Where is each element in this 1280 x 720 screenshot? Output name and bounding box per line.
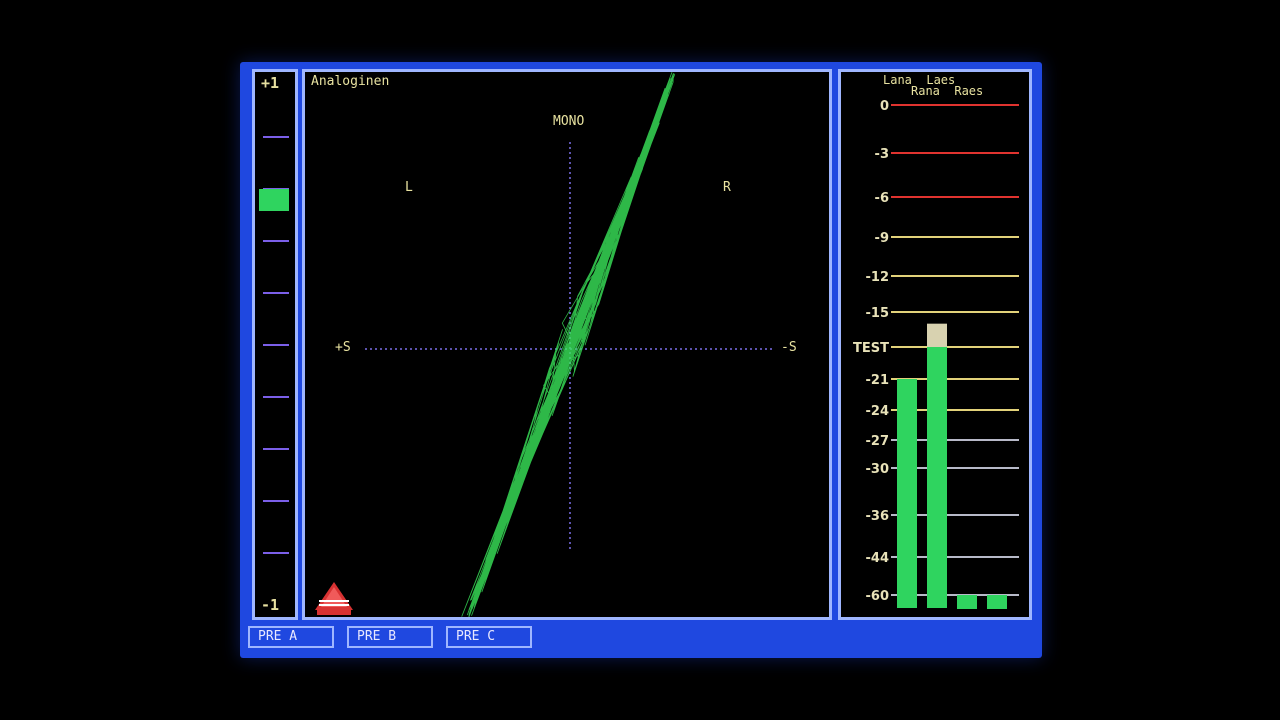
correlation-bottom-label: -1 xyxy=(261,596,280,614)
plus-s-label: +S xyxy=(335,340,351,355)
stereo-scope: Analoginen MONO L R +S -S xyxy=(302,69,832,620)
correlation-tick xyxy=(263,448,289,450)
correlation-top-label: +1 xyxy=(261,74,280,92)
correlation-tick xyxy=(263,396,289,398)
right-label: R xyxy=(723,180,731,195)
signal-trace-path xyxy=(461,72,676,617)
meter-scale-label: -24 xyxy=(866,404,890,419)
meter-scale-label: -27 xyxy=(866,434,890,449)
meter-scale-label: 0 xyxy=(880,99,889,114)
meter-scale-label: -3 xyxy=(875,147,889,162)
correlation-meter: +1 -1 xyxy=(252,69,298,620)
meter-peak-hold xyxy=(897,379,917,410)
meter-level-bar xyxy=(897,410,917,608)
signal-trace xyxy=(461,72,676,617)
preset-b-button[interactable]: PRE B xyxy=(347,626,433,648)
meter-canvas: 0 -3 -6 -9 -12 -15 TEST -21 -24 -27 -30 -36 -44 -60 xyxy=(853,99,1019,609)
mono-label: MONO xyxy=(553,114,585,129)
minus-s-label: -S xyxy=(781,340,797,355)
meter-scale-label: -12 xyxy=(866,270,890,285)
meter-peak-hold xyxy=(927,323,947,347)
meter-scale-label: -6 xyxy=(875,191,889,206)
source-title: Analoginen xyxy=(311,74,390,89)
brand-logo-icon xyxy=(315,582,353,615)
meter-scale-label: -9 xyxy=(875,231,889,246)
correlation-tick xyxy=(263,344,289,346)
meter-scale-label: -15 xyxy=(866,306,890,321)
meter-peak-hold xyxy=(987,606,1007,609)
meter-scale-label: -36 xyxy=(866,509,890,524)
correlation-tick xyxy=(263,136,289,138)
preset-c-button[interactable]: PRE C xyxy=(446,626,532,648)
meter-scale-label: TEST xyxy=(853,341,889,356)
correlation-tick xyxy=(263,552,289,554)
meter-scale-label: -60 xyxy=(866,589,890,604)
correlation-tick xyxy=(263,240,289,242)
meter-scale-label: -44 xyxy=(866,551,890,566)
meter-scale-label: -21 xyxy=(866,373,890,388)
correlation-indicator xyxy=(259,188,289,211)
goniometer-display: +1 -1 Analoginen MONO L R +S -S Lana Lae… xyxy=(240,62,1042,658)
correlation-tick xyxy=(263,500,289,502)
preset-a-button[interactable]: PRE A xyxy=(248,626,334,648)
meter-level-bar xyxy=(927,347,947,608)
level-meter: Lana Laes Rana Raes 0 -3 -6 -9 -12 -15 TEST -21… xyxy=(838,69,1032,620)
left-label: L xyxy=(405,180,413,195)
scope-canvas xyxy=(365,72,775,617)
meter-scale-label: -30 xyxy=(866,462,890,477)
meter-peak-hold xyxy=(957,606,977,609)
correlation-tick xyxy=(263,292,289,294)
